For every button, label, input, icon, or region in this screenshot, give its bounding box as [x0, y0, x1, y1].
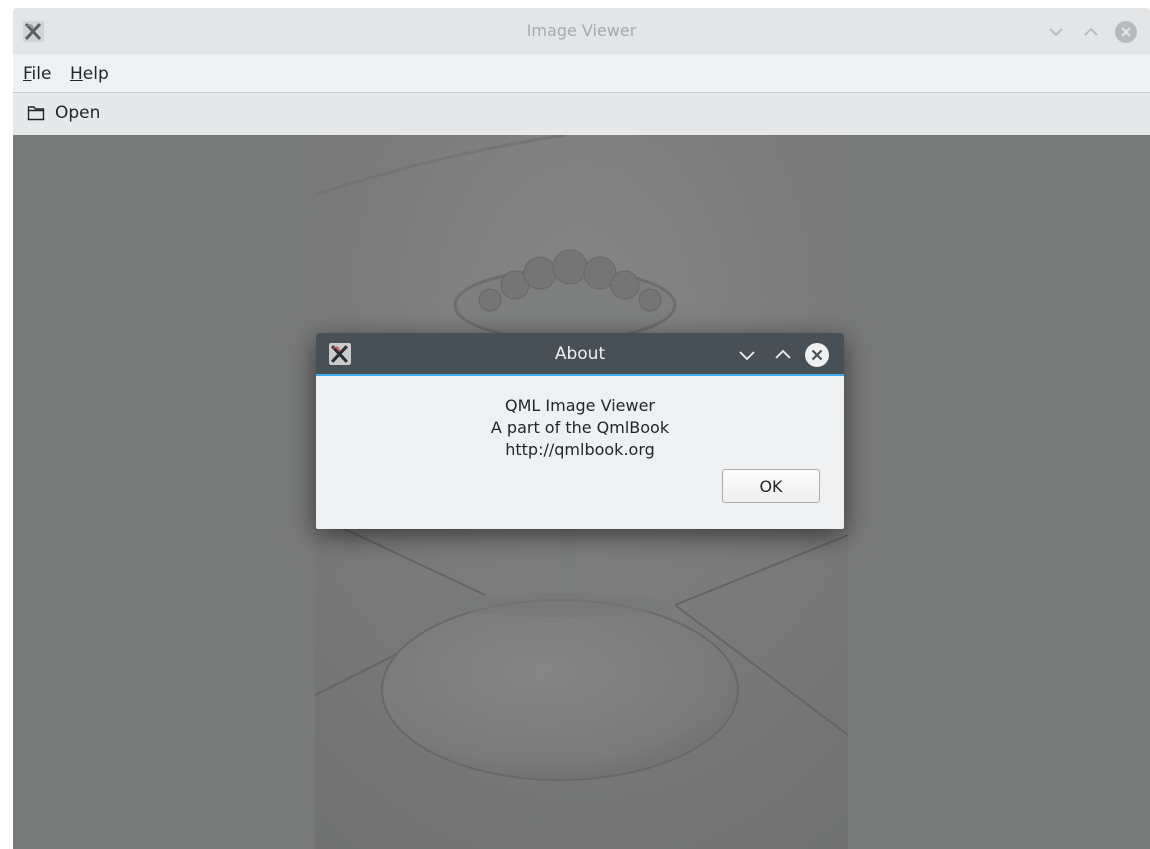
menu-help-mnemonic: H: [70, 64, 83, 84]
about-line-app-name: QML Image Viewer: [505, 396, 655, 415]
close-icon[interactable]: [805, 343, 829, 367]
menu-bar: File Help: [13, 54, 1150, 92]
about-dialog: About QML Image Viewer A part of the Qml…: [316, 333, 844, 529]
tool-bar: Open: [13, 92, 1150, 135]
dialog-message: QML Image Viewer A part of the QmlBook h…: [316, 395, 844, 461]
folder-icon: [27, 106, 45, 121]
menu-help-label: elp: [82, 64, 109, 84]
about-line-url: http://qmlbook.org: [505, 440, 655, 459]
minimize-icon[interactable]: [1045, 21, 1067, 43]
dialog-titlebar[interactable]: About: [316, 333, 844, 376]
window-titlebar[interactable]: Image Viewer: [13, 8, 1150, 54]
maximize-icon[interactable]: [771, 343, 795, 367]
ok-button[interactable]: OK: [722, 469, 820, 503]
window-title: Image Viewer: [526, 21, 637, 40]
menu-file-label: ile: [31, 64, 52, 84]
menu-file-mnemonic: F: [23, 64, 32, 84]
menu-file[interactable]: File: [23, 64, 51, 84]
maximize-icon[interactable]: [1080, 21, 1102, 43]
open-button[interactable]: Open: [19, 99, 108, 127]
open-button-label: Open: [55, 103, 101, 123]
dialog-title: About: [554, 344, 606, 364]
close-icon[interactable]: [1115, 21, 1137, 43]
minimize-icon[interactable]: [735, 343, 759, 367]
menu-help[interactable]: Help: [70, 64, 109, 84]
about-line-book: A part of the QmlBook: [490, 418, 670, 437]
